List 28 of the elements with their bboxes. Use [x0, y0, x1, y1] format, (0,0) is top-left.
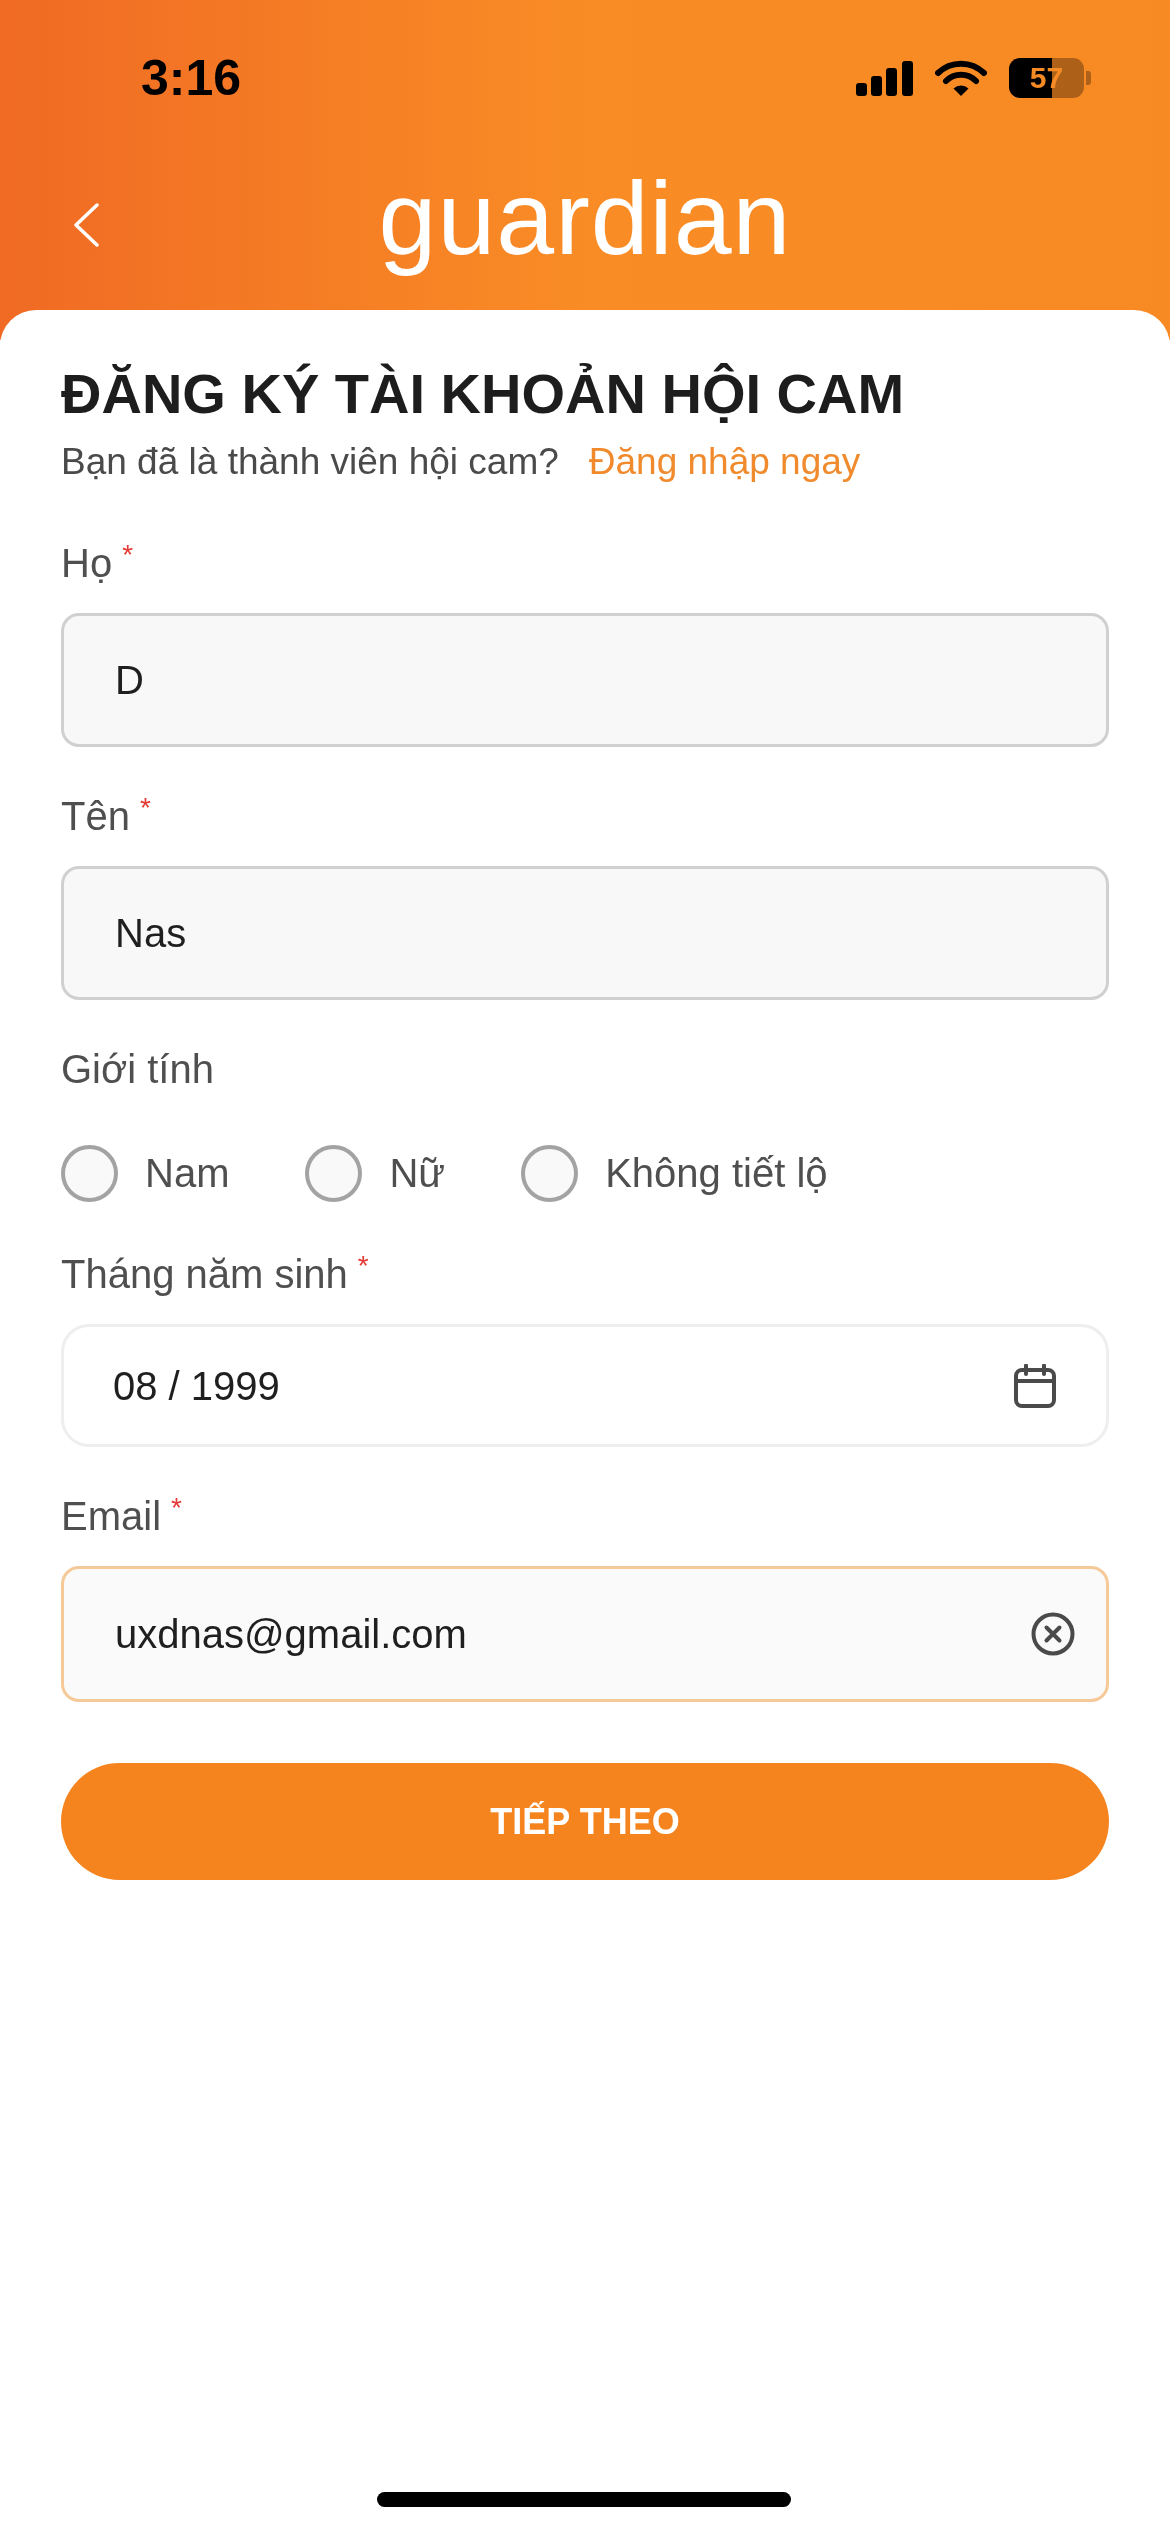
field-label: Giới tính: [61, 1047, 214, 1091]
date-field[interactable]: 08 / 1999: [61, 1324, 1109, 1447]
required-mark: *: [122, 541, 134, 569]
radio-icon[interactable]: [61, 1145, 118, 1202]
radio-option[interactable]: Nam: [61, 1145, 230, 1202]
field-label: Họ: [61, 541, 113, 585]
text-field[interactable]: uxdnas@gmail.com: [61, 1566, 1109, 1702]
text-field[interactable]: Nas: [61, 866, 1109, 1000]
required-mark: *: [357, 1252, 369, 1280]
radio-icon[interactable]: [521, 1145, 579, 1202]
signal-icon: [856, 60, 913, 96]
radio-icon[interactable]: [305, 1145, 363, 1202]
logo: guardian: [378, 166, 792, 278]
wifi-icon: [935, 59, 987, 97]
chevron-left-icon: [72, 203, 100, 247]
field-label: Tên: [61, 794, 130, 838]
field-label: Tháng năm sinh: [61, 1252, 348, 1296]
subtitle-text: Bạn đã là thành viên hội cam?: [61, 440, 559, 484]
radio-option[interactable]: Nữ: [305, 1145, 446, 1202]
required-mark: *: [139, 794, 151, 822]
page-title: ĐĂNG KÝ TÀI KHOẢN HỘI CAM: [61, 361, 906, 427]
field-label: Email: [61, 1494, 162, 1538]
radio-option[interactable]: Không tiết lộ: [521, 1145, 828, 1202]
clear-icon[interactable]: [1031, 1612, 1075, 1656]
calendar-icon[interactable]: [1013, 1363, 1057, 1408]
required-mark: *: [171, 1494, 182, 1522]
text-field[interactable]: D: [61, 613, 1109, 747]
status-time: 3:16: [141, 53, 242, 103]
